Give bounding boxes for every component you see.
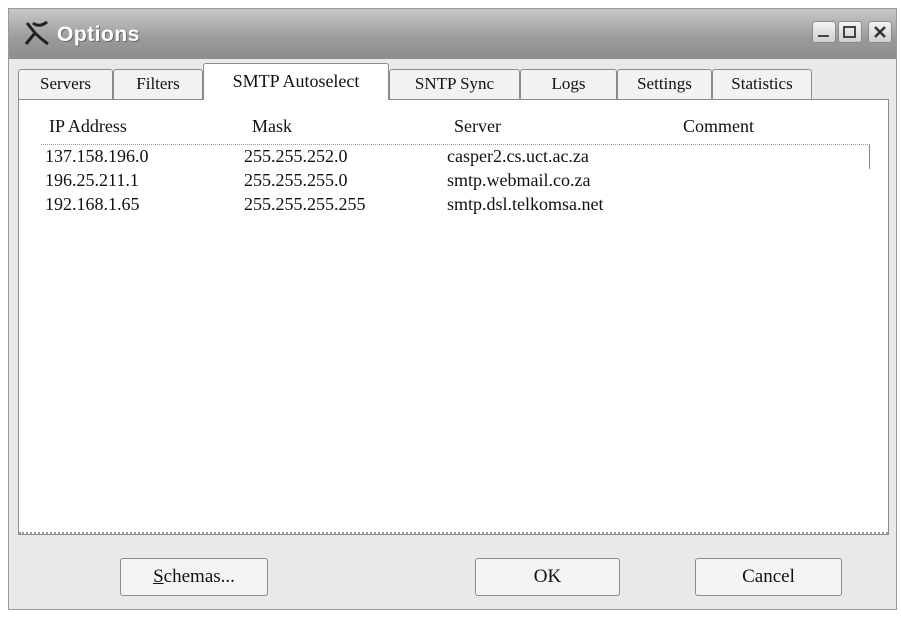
ok-button[interactable]: OK bbox=[475, 558, 620, 596]
column-mask[interactable]: Mask bbox=[252, 116, 292, 137]
list-header: IP Address Mask Server Comment bbox=[19, 116, 888, 138]
table-row[interactable]: 192.168.1.65 255.255.255.255 smtp.dsl.te… bbox=[19, 194, 888, 218]
app-x-icon bbox=[24, 20, 49, 46]
tab-servers[interactable]: Servers bbox=[18, 69, 113, 99]
cancel-button[interactable]: Cancel bbox=[695, 558, 842, 596]
table-row[interactable]: 137.158.196.0 255.255.252.0 casper2.cs.u… bbox=[19, 146, 888, 170]
window-title: Options bbox=[57, 23, 140, 46]
schemas-mnemonic: S bbox=[153, 566, 164, 587]
title-bar[interactable]: Options bbox=[9, 9, 896, 59]
cell-server: smtp.webmail.co.za bbox=[447, 170, 591, 190]
close-icon bbox=[874, 26, 886, 38]
maximize-button[interactable] bbox=[838, 21, 862, 43]
column-comment[interactable]: Comment bbox=[683, 116, 754, 137]
close-button[interactable] bbox=[868, 21, 892, 43]
schemas-label: chemas... bbox=[163, 566, 235, 587]
cell-mask: 255.255.255.255 bbox=[244, 194, 366, 214]
cell-ip: 192.168.1.65 bbox=[45, 194, 140, 214]
schemas-button[interactable]: Schemas... bbox=[120, 558, 268, 596]
tab-logs[interactable]: Logs bbox=[520, 69, 617, 99]
tab-settings[interactable]: Settings bbox=[617, 69, 712, 99]
cell-ip: 196.25.211.1 bbox=[45, 170, 139, 190]
tab-smtp-autoselect[interactable]: SMTP Autoselect bbox=[203, 63, 389, 100]
options-window: Options Servers Filters SMTP Autoselect … bbox=[8, 8, 897, 610]
minimize-button[interactable] bbox=[812, 21, 836, 43]
cell-ip: 137.158.196.0 bbox=[45, 146, 149, 166]
cell-server: smtp.dsl.telkomsa.net bbox=[447, 194, 604, 214]
tab-sntp-sync[interactable]: SNTP Sync bbox=[389, 69, 520, 99]
minimize-icon bbox=[818, 35, 829, 37]
cell-mask: 255.255.252.0 bbox=[244, 146, 348, 166]
column-server[interactable]: Server bbox=[454, 116, 501, 137]
cell-server: casper2.cs.uct.ac.za bbox=[447, 146, 589, 166]
column-ip-address[interactable]: IP Address bbox=[49, 116, 127, 137]
table-row[interactable]: 196.25.211.1 255.255.255.0 smtp.webmail.… bbox=[19, 170, 888, 194]
maximize-icon bbox=[843, 26, 856, 38]
tab-filters[interactable]: Filters bbox=[113, 69, 203, 99]
cell-mask: 255.255.255.0 bbox=[244, 170, 348, 190]
smtp-autoselect-panel: IP Address Mask Server Comment 137.158.1… bbox=[18, 99, 889, 535]
tab-statistics[interactable]: Statistics bbox=[712, 69, 812, 99]
